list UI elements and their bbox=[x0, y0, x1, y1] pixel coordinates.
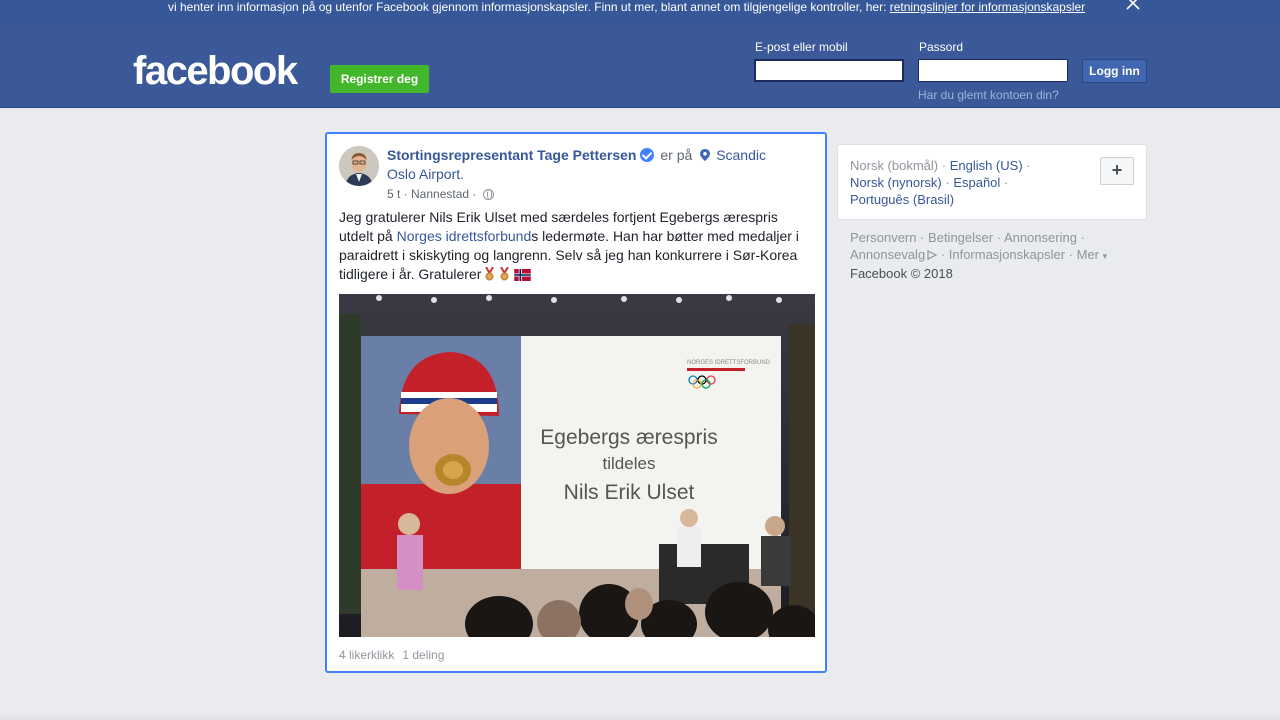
footer-link-betingelser[interactable]: Betingelser bbox=[928, 230, 993, 245]
password-label: Passord bbox=[919, 40, 964, 54]
medal-icon bbox=[500, 267, 510, 281]
language-english-us[interactable]: English (US) bbox=[950, 158, 1023, 173]
footer-link-mer[interactable]: Mer bbox=[1077, 247, 1099, 262]
globe-icon bbox=[482, 189, 494, 200]
is-at-text: er på bbox=[660, 147, 693, 163]
post-location[interactable]: Nannestad bbox=[411, 187, 469, 201]
password-field[interactable] bbox=[918, 59, 1068, 82]
copyright: Facebook © 2018 bbox=[850, 266, 953, 281]
post-text: Jeg gratulerer Nils Erik Ulset med særde… bbox=[339, 208, 809, 284]
footer-link-annonsevalg[interactable]: Annonsevalg bbox=[850, 247, 925, 262]
close-icon[interactable] bbox=[1124, 0, 1142, 12]
author-photo bbox=[339, 146, 379, 186]
slide-subtitle: tildeles bbox=[603, 454, 656, 473]
post-time[interactable]: 5 t bbox=[387, 187, 400, 201]
current-language: Norsk (bokmål) bbox=[850, 158, 939, 173]
add-language-button[interactable]: + bbox=[1100, 157, 1134, 185]
post-card: Stortingsrepresentant Tage Pettersen er … bbox=[325, 132, 827, 673]
facebook-logo[interactable]: facebook bbox=[133, 48, 298, 94]
shares-count[interactable]: 1 deling bbox=[402, 648, 444, 662]
footer-link-informasjonskapsler[interactable]: Informasjonskapsler bbox=[949, 247, 1065, 262]
cookie-policy-link[interactable]: retningslinjer for informasjonskapsler bbox=[890, 0, 1085, 14]
award-photo: NORGES IDRETTSFORBUND Egebergs ærespris … bbox=[339, 294, 815, 637]
language-norsk-nynorsk[interactable]: Norsk (nynorsk) bbox=[850, 175, 942, 190]
post-engagement: 4 likerklikk 1 deling bbox=[339, 648, 452, 662]
cookie-banner-text: vi henter inn informasjon på og utenfor … bbox=[168, 0, 1085, 14]
post-meta: 5 t · Nannestad · bbox=[387, 187, 494, 201]
cookie-banner-message: vi henter inn informasjon på og utenfor … bbox=[168, 0, 887, 14]
footer-links: Personvern · Betingelser · Annonsering ·… bbox=[850, 230, 1108, 281]
medal-icon bbox=[485, 267, 495, 281]
likes-count[interactable]: 4 likerklikk bbox=[339, 648, 394, 662]
author-avatar[interactable] bbox=[339, 146, 379, 186]
cookie-banner: vi henter inn informasjon på og utenfor … bbox=[0, 0, 1280, 24]
norway-flag-icon bbox=[514, 269, 532, 281]
slide-org: NORGES IDRETTSFORBUND bbox=[687, 360, 771, 366]
email-field[interactable] bbox=[754, 59, 904, 82]
forgot-account-link[interactable]: Har du glemt kontoen din? bbox=[918, 88, 1059, 102]
language-portugues-brasil[interactable]: Português (Brasil) bbox=[850, 192, 954, 207]
top-bar: facebook Registrer deg E-post eller mobi… bbox=[0, 24, 1280, 108]
post-photo[interactable]: NORGES IDRETTSFORBUND Egebergs ærespris … bbox=[339, 294, 815, 637]
chevron-down-icon: ▾ bbox=[1102, 251, 1108, 261]
author-name[interactable]: Stortingsrepresentant Tage Pettersen bbox=[387, 147, 636, 163]
location-pin-icon bbox=[700, 149, 711, 161]
bottom-edge bbox=[0, 712, 1280, 720]
language-espanol[interactable]: Español bbox=[953, 175, 1000, 190]
norges-idrettsforbund-link[interactable]: Norges idrettsforbund bbox=[397, 228, 532, 244]
login-button[interactable]: Logg inn bbox=[1082, 59, 1147, 83]
slide-name: Nils Erik Ulset bbox=[564, 481, 695, 504]
language-box: Norsk (bokmål) · English (US) · Norsk (n… bbox=[837, 144, 1147, 220]
email-label: E-post eller mobil bbox=[755, 40, 848, 54]
language-list: Norsk (bokmål) · English (US) · Norsk (n… bbox=[850, 158, 1031, 207]
slide-title: Egebergs ærespris bbox=[540, 426, 717, 449]
register-button[interactable]: Registrer deg bbox=[330, 65, 429, 93]
footer-link-personvern[interactable]: Personvern bbox=[850, 230, 916, 245]
adchoices-icon bbox=[927, 250, 938, 260]
footer-link-annonsering[interactable]: Annonsering bbox=[1004, 230, 1077, 245]
verified-badge-icon bbox=[640, 148, 655, 162]
post-header: Stortingsrepresentant Tage Pettersen er … bbox=[387, 146, 787, 184]
